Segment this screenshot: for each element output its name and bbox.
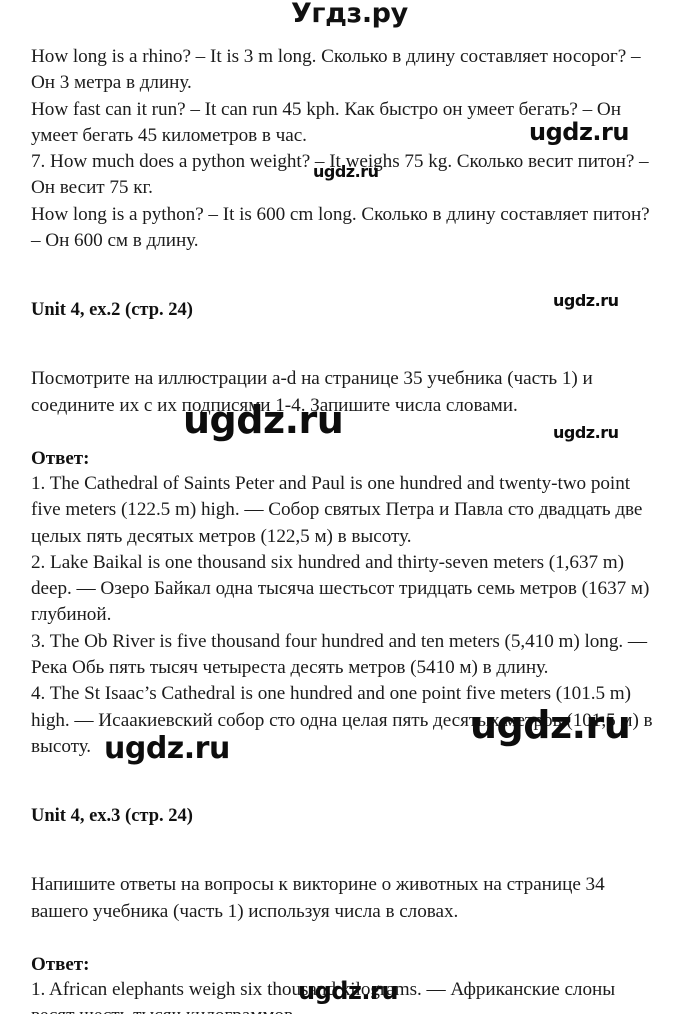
paragraph-rhino-speed: How fast can it run? – It can run 45 kph… [31,98,621,146]
answer-item-1: 1. The Cathedral of Saints Peter and Pau… [31,472,643,547]
paragraph-rhino-length: How long is a rhino? – It is 3 m long. С… [31,46,641,94]
answer-item-2: 2. Lake Baikal is one thousand six hundr… [31,551,650,626]
document-content: How long is a rhino? – It is 3 m long. С… [31,44,655,1014]
answer-label-ex2: Ответ: [31,447,90,469]
answer-ex3-item-1: 1. African elephants weigh six thousand … [31,978,616,1014]
answer-label-ex3: Ответ: [31,953,90,975]
paragraph-python-weight: 7. How much does a python weight? – It w… [31,151,649,199]
answer-item-4: 4. The St Isaac’s Cathedral is one hundr… [31,683,653,757]
task-text-ex2: Посмотрите на иллюстрации a-d на страниц… [31,368,593,416]
document-page: Угдз.ру How long is a rhino? – It is 3 m… [0,0,680,1014]
site-logo: Угдз.ру [291,0,408,29]
heading-unit4-ex2: Unit 4, ex.2 (стр. 24) [31,300,193,321]
task-text-ex3: Напишите ответы на вопросы к викторине о… [31,874,605,922]
heading-unit4-ex3: Unit 4, ex.3 (стр. 24) [31,806,193,827]
paragraph-python-length: How long is a python? – It is 600 cm lon… [31,203,650,252]
answer-item-3: 3. The Ob River is five thousand four hu… [31,630,648,679]
